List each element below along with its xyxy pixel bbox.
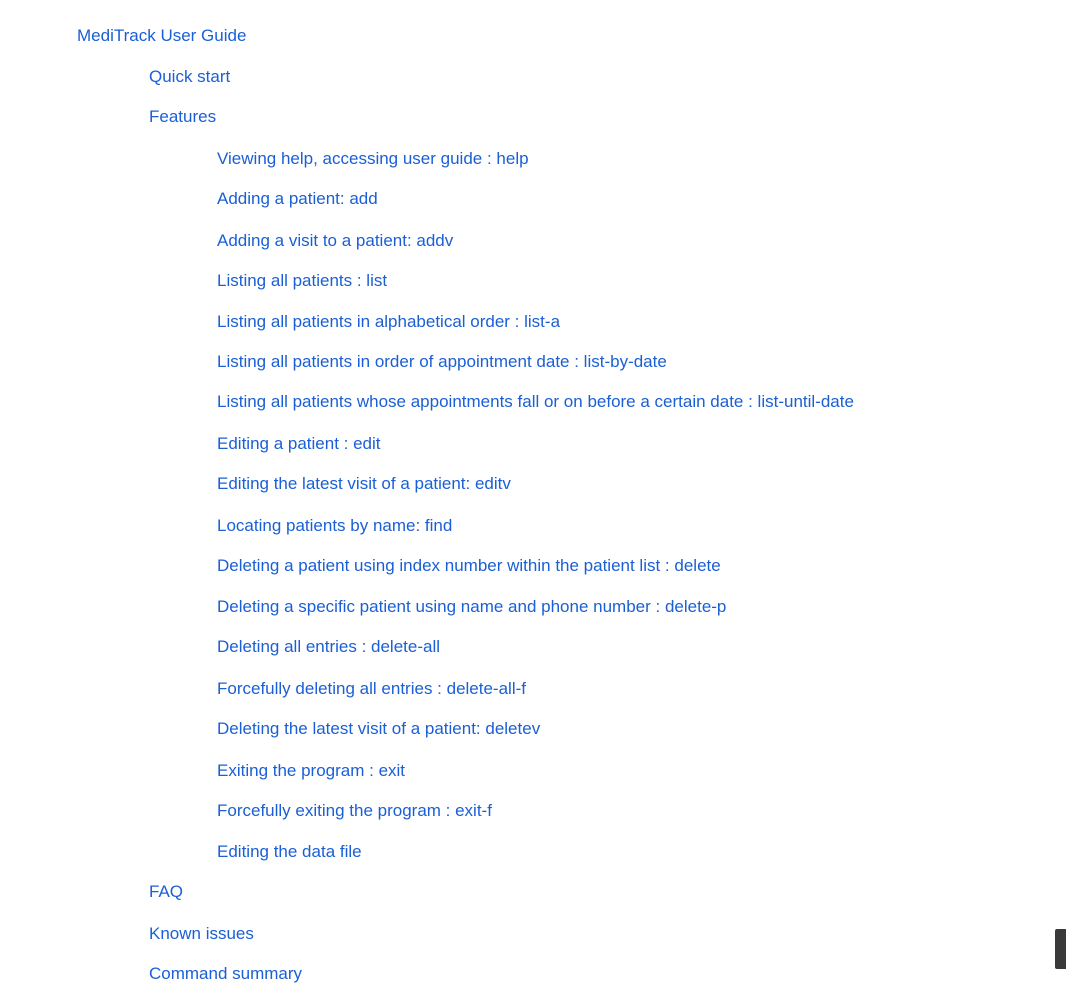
toc-link-help[interactable]: Viewing help, accessing user guide : hel… xyxy=(217,148,529,170)
toc-link-known-issues[interactable]: Known issues xyxy=(149,923,254,945)
toc-link-delete-p[interactable]: Deleting a specific patient using name a… xyxy=(217,596,726,618)
toc-link-exit-f[interactable]: Forcefully exiting the program : exit-f xyxy=(217,800,492,822)
toc-link-exit[interactable]: Exiting the program : exit xyxy=(217,760,405,782)
toc-link-list-until-date[interactable]: Listing all patients whose appointments … xyxy=(217,391,854,413)
toc-link-quick-start[interactable]: Quick start xyxy=(149,66,230,88)
toc-link-addv[interactable]: Adding a visit to a patient: addv xyxy=(217,230,453,252)
toc-link-faq[interactable]: FAQ xyxy=(149,881,183,903)
toc-link-deletev[interactable]: Deleting the latest visit of a patient: … xyxy=(217,718,540,740)
toc-link-delete[interactable]: Deleting a patient using index number wi… xyxy=(217,555,721,577)
toc-link-find[interactable]: Locating patients by name: find xyxy=(217,515,452,537)
scroll-to-top-button[interactable] xyxy=(1055,929,1066,969)
toc-link-command-summary[interactable]: Command summary xyxy=(149,963,302,985)
toc-link-editing-data-file[interactable]: Editing the data file xyxy=(217,841,362,863)
toc-link-delete-all-f[interactable]: Forcefully deleting all entries : delete… xyxy=(217,678,526,700)
toc-link-editv[interactable]: Editing the latest visit of a patient: e… xyxy=(217,473,511,495)
table-of-contents: MediTrack User Guide Quick start Feature… xyxy=(0,0,1066,1002)
toc-link-add[interactable]: Adding a patient: add xyxy=(217,188,378,210)
toc-link-list-by-date[interactable]: Listing all patients in order of appoint… xyxy=(217,351,667,373)
toc-link-delete-all[interactable]: Deleting all entries : delete-all xyxy=(217,636,440,658)
toc-link-list-a[interactable]: Listing all patients in alphabetical ord… xyxy=(217,311,560,333)
toc-link-meditrack-user-guide[interactable]: MediTrack User Guide xyxy=(77,25,246,47)
toc-link-features[interactable]: Features xyxy=(149,106,216,128)
toc-link-edit[interactable]: Editing a patient : edit xyxy=(217,433,381,455)
toc-link-list[interactable]: Listing all patients : list xyxy=(217,270,387,292)
